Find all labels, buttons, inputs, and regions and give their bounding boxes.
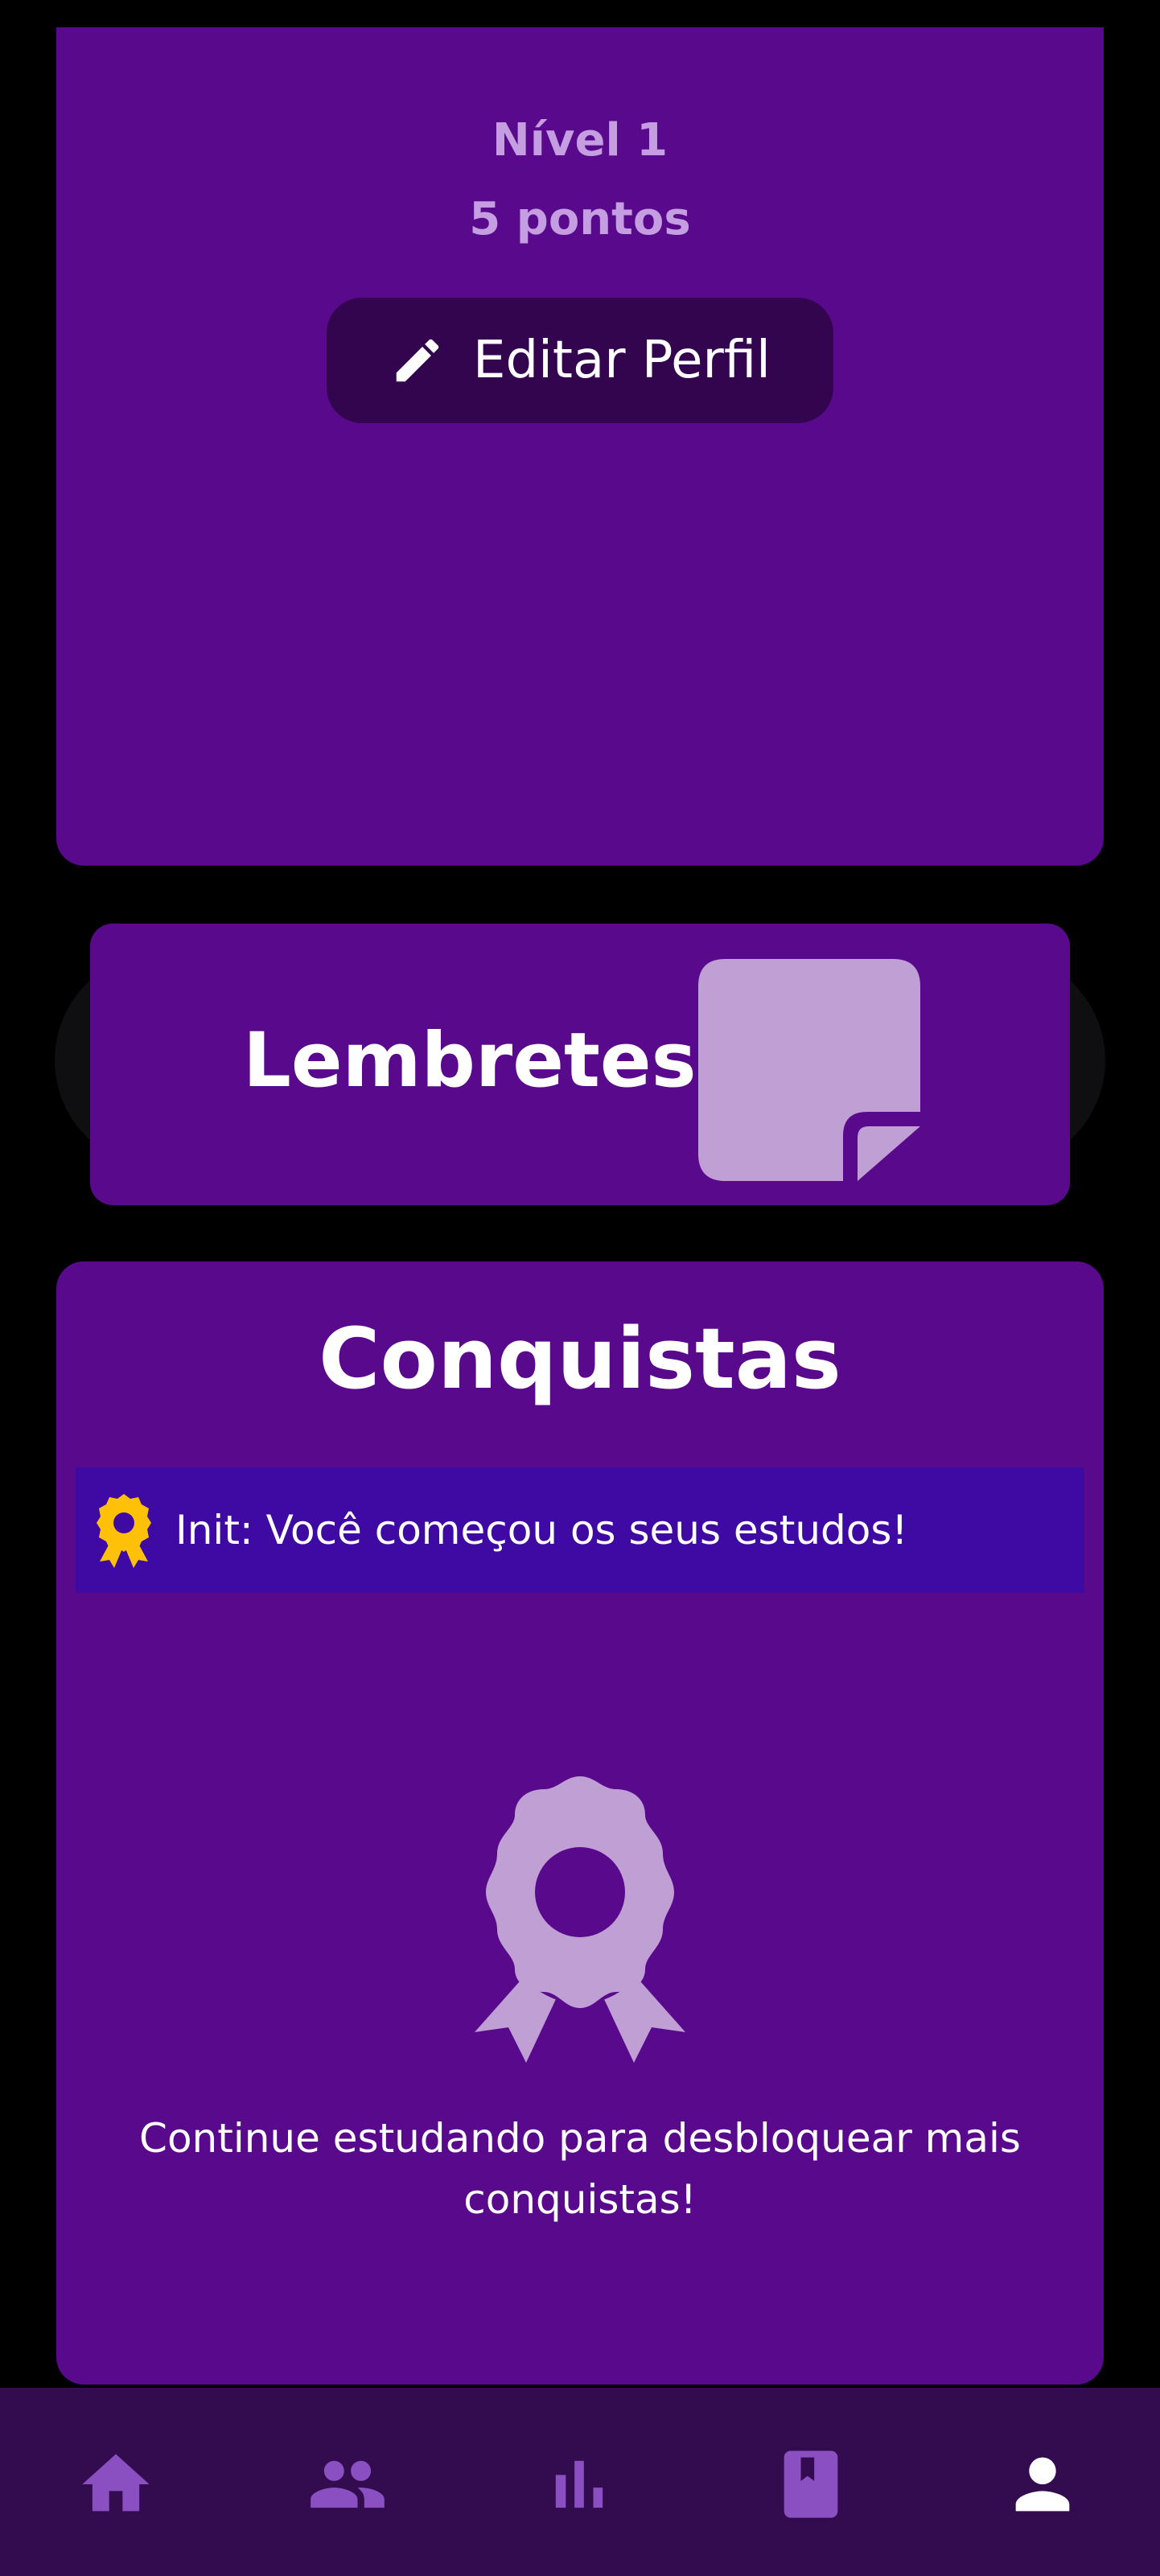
nav-item-home[interactable] xyxy=(68,2444,164,2525)
nav-item-people[interactable] xyxy=(299,2444,396,2525)
achievement-text: Init: Você começou os seus estudos! xyxy=(175,1507,908,1553)
bar-chart-icon xyxy=(555,2460,603,2508)
home-icon xyxy=(82,2454,150,2512)
person-icon xyxy=(1015,2457,1070,2512)
achievements-card: Conquistas Init: Você começou os seus es… xyxy=(56,1261,1104,2385)
bottom-nav xyxy=(0,2388,1160,2576)
reminders-card[interactable]: Lembretes xyxy=(90,924,1070,1205)
book-icon xyxy=(784,2450,838,2518)
achievements-title: Conquistas xyxy=(319,1310,841,1408)
sticky-note-icon xyxy=(698,959,920,1181)
profile-card: Nível 1 5 pontos Editar Perfil xyxy=(56,27,1104,866)
edit-profile-button[interactable]: Editar Perfil xyxy=(327,298,833,423)
medal-icon xyxy=(97,1494,151,1568)
empty-achievements-message: Continue estudando para desbloquear mais… xyxy=(139,2115,1021,2223)
pencil-icon xyxy=(396,339,439,382)
level-text: Nível 1 xyxy=(492,114,668,167)
nav-item-book[interactable] xyxy=(763,2444,859,2525)
people-icon xyxy=(311,2460,385,2508)
nav-item-stats[interactable] xyxy=(531,2444,627,2525)
edit-profile-label: Editar Perfil xyxy=(473,331,771,390)
points-text: 5 pontos xyxy=(469,193,691,245)
achievement-item[interactable]: Init: Você começou os seus estudos! xyxy=(76,1467,1084,1593)
reminders-title: Lembretes xyxy=(243,1017,697,1105)
nav-item-profile[interactable] xyxy=(994,2444,1091,2525)
award-icon xyxy=(475,1776,685,2063)
